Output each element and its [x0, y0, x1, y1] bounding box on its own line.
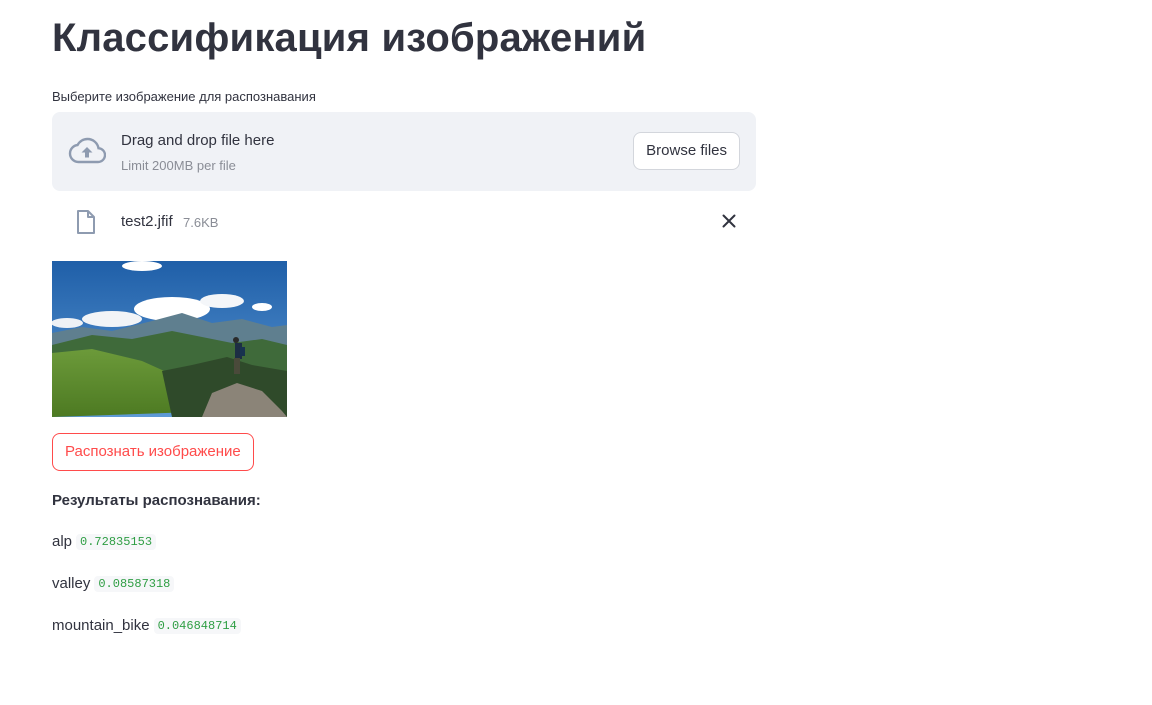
dropzone-limit: Limit 200MB per file: [121, 158, 236, 173]
predict-image-button[interactable]: Распознать изображение: [52, 433, 254, 471]
result-score: 0.08587318: [94, 576, 175, 592]
result-label: mountain_bike: [52, 617, 150, 634]
cloud-upload-icon: [68, 137, 106, 164]
close-icon[interactable]: [720, 212, 738, 230]
uploaded-image-preview: [52, 261, 287, 417]
result-item: alp 0.72835153: [52, 533, 157, 550]
dropzone-title: Drag and drop file here: [121, 132, 275, 149]
page-title: Классификация изображений: [52, 16, 647, 60]
result-item: mountain_bike 0.046848714: [52, 617, 241, 634]
result-score: 0.72835153: [76, 534, 157, 550]
results-heading: Результаты распознавания:: [52, 492, 261, 509]
result-score: 0.046848714: [153, 618, 241, 634]
result-label: valley: [52, 575, 91, 592]
file-icon: [77, 210, 95, 234]
uploaded-file-row: test2.jfif 7.6KB: [52, 205, 756, 239]
result-item: valley 0.08587318: [52, 575, 175, 592]
uploaded-file-name: test2.jfif: [121, 213, 173, 230]
result-label: alp: [52, 533, 73, 550]
uploader-label: Выберите изображение для распознавания: [52, 89, 316, 104]
uploaded-file-size: 7.6KB: [183, 215, 219, 230]
file-dropzone[interactable]: Drag and drop file here Limit 200MB per …: [52, 112, 756, 191]
browse-files-button[interactable]: Browse files: [633, 132, 740, 170]
